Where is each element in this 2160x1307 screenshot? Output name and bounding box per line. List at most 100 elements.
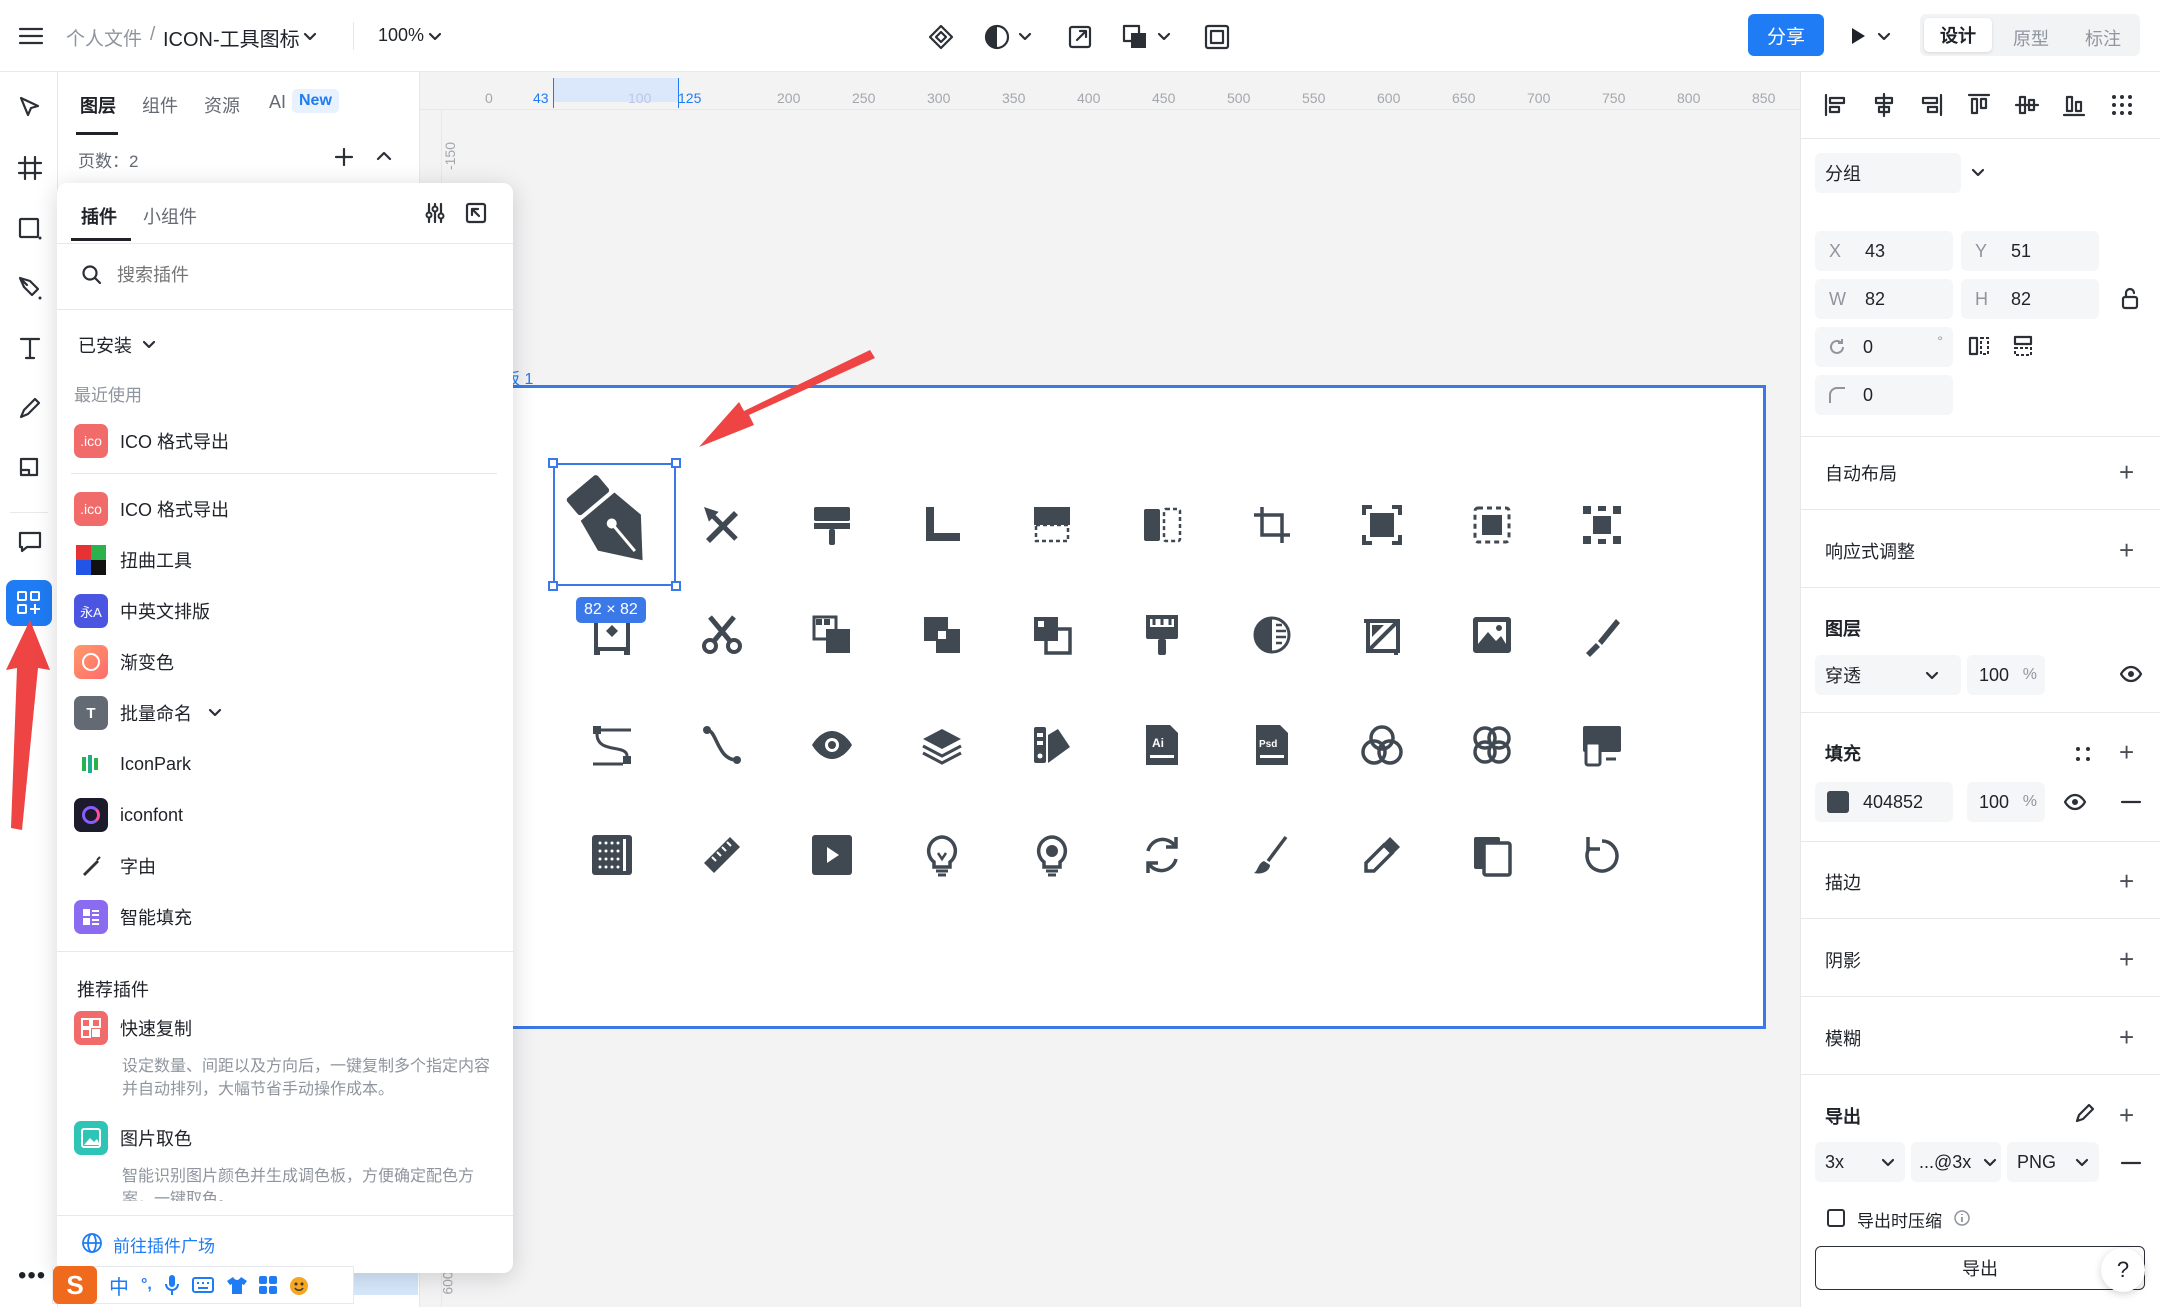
- add-page-icon[interactable]: [333, 146, 355, 168]
- color-picker-icon[interactable]: [1360, 833, 1404, 877]
- flip-horizontal-icon[interactable]: [1967, 334, 1991, 358]
- corner-radius-field[interactable]: 0: [1815, 375, 1953, 415]
- fill-visibility-eye-icon[interactable]: [2063, 792, 2087, 812]
- resize-handle[interactable]: [548, 581, 558, 591]
- text-tool-icon[interactable]: [16, 334, 44, 362]
- brush-icon[interactable]: [1140, 613, 1184, 657]
- contrast-circle-icon[interactable]: [1250, 613, 1294, 657]
- lock-ratio-icon[interactable]: [2119, 286, 2141, 312]
- plugin-item-iconfont[interactable]: iconfont: [74, 797, 183, 833]
- chevron-down-icon[interactable]: [303, 32, 317, 42]
- tab-components[interactable]: 组件: [142, 92, 178, 118]
- align-top-icon[interactable]: [1966, 92, 1992, 118]
- chevron-down-icon[interactable]: [1925, 671, 1939, 681]
- move-tool-icon[interactable]: [16, 94, 44, 122]
- chevron-down-icon[interactable]: [1881, 1158, 1895, 1168]
- align-bottom-icon[interactable]: [2061, 92, 2087, 118]
- intersect-icon[interactable]: [920, 613, 964, 657]
- plugin-item-ico-export-recent[interactable]: .ico ICO 格式导出: [74, 423, 229, 459]
- export-button[interactable]: 导出: [1815, 1246, 2145, 1290]
- resize-handle[interactable]: [671, 458, 681, 468]
- fill-style-icon[interactable]: [2073, 744, 2093, 764]
- help-button[interactable]: ?: [2101, 1248, 2145, 1292]
- fill-opacity-field[interactable]: 100%: [1967, 782, 2045, 822]
- rotation-field[interactable]: 0 °: [1815, 327, 1953, 367]
- boolean-icon[interactable]: [1121, 23, 1149, 51]
- device-desktop-icon[interactable]: [1580, 723, 1624, 767]
- toolbox-apps-icon[interactable]: [258, 1275, 278, 1295]
- zoom-level[interactable]: 100%: [378, 25, 424, 46]
- plugin-item-iconpark[interactable]: IconPark: [74, 746, 191, 782]
- selection-box[interactable]: [553, 463, 676, 586]
- file-name[interactable]: ICON-工具图标: [163, 23, 300, 52]
- paint-roller-icon[interactable]: [810, 503, 854, 547]
- plugin-item-typography[interactable]: 永A 中英文排版: [74, 593, 210, 629]
- add-responsive-button[interactable]: +: [2119, 537, 2134, 563]
- pen-tool-icon[interactable]: [16, 274, 44, 302]
- tab-prototype[interactable]: 原型: [2013, 25, 2049, 51]
- comment-tool-icon[interactable]: [16, 528, 44, 556]
- chevron-down-icon[interactable]: [1971, 168, 1985, 178]
- remove-fill-icon[interactable]: [2119, 792, 2143, 812]
- height-field[interactable]: H 82: [1961, 279, 2099, 319]
- group-select-icon[interactable]: [1580, 503, 1624, 547]
- frame-icon[interactable]: [1203, 23, 1231, 51]
- ruler-icon[interactable]: [700, 833, 744, 877]
- plugin-search-input[interactable]: [117, 257, 477, 293]
- chevron-down-icon[interactable]: [208, 708, 222, 718]
- plugin-item-ico-export[interactable]: .ico ICO 格式导出: [74, 491, 229, 527]
- blend-mode-select[interactable]: 穿透: [1815, 655, 1961, 695]
- add-shadow-button[interactable]: +: [2119, 946, 2134, 972]
- ime-chinese-mode[interactable]: 中: [109, 1271, 129, 1300]
- skin-shirt-icon[interactable]: [226, 1275, 248, 1295]
- tab-ai[interactable]: AI: [269, 92, 286, 113]
- microphone-icon[interactable]: [164, 1274, 180, 1296]
- tab-widgets[interactable]: 小组件: [143, 203, 197, 229]
- flip-horizontal-icon[interactable]: [1140, 503, 1184, 547]
- settings-sliders-icon[interactable]: [423, 201, 447, 225]
- bezier-curve-icon[interactable]: [700, 723, 744, 767]
- chevron-down-icon[interactable]: [1018, 32, 1032, 42]
- chevron-down-icon[interactable]: [1983, 1158, 1997, 1168]
- fill-swatch[interactable]: [1827, 791, 1849, 813]
- menu-icon[interactable]: [18, 26, 44, 46]
- plugin-item-image-color[interactable]: 图片取色: [74, 1120, 192, 1156]
- image-icon[interactable]: [1470, 613, 1514, 657]
- plugin-item-ziyou[interactable]: 字由: [74, 848, 156, 884]
- tab-design[interactable]: 设计: [1924, 18, 1992, 52]
- layers-icon[interactable]: [920, 723, 964, 767]
- play-square-icon[interactable]: [810, 833, 854, 877]
- ime-punctuation[interactable]: °,: [141, 1276, 152, 1294]
- eye-icon[interactable]: [810, 723, 854, 767]
- remove-export-icon[interactable]: [2119, 1153, 2143, 1173]
- plugin-item-gradient[interactable]: 渐变色: [74, 644, 174, 680]
- crop-slash-icon[interactable]: [1360, 613, 1404, 657]
- exclude-icon[interactable]: [1030, 613, 1074, 657]
- corner-ruler-icon[interactable]: [920, 503, 964, 547]
- chevron-down-icon[interactable]: [428, 32, 442, 42]
- lightbulb-outline-icon[interactable]: [920, 833, 964, 877]
- tab-annotate[interactable]: 标注: [2085, 25, 2121, 51]
- resize-icon[interactable]: [1066, 23, 1094, 51]
- frame-corners-icon[interactable]: [1360, 503, 1404, 547]
- chevron-down-icon[interactable]: [2075, 1158, 2089, 1168]
- info-icon[interactable]: [1953, 1209, 1971, 1227]
- paintbrush-icon[interactable]: [1250, 833, 1294, 877]
- breadcrumb-root[interactable]: 个人文件: [66, 24, 142, 51]
- frame-tool-icon[interactable]: [16, 154, 44, 182]
- knife-icon[interactable]: [1580, 613, 1624, 657]
- tab-assets[interactable]: 资源: [204, 92, 240, 118]
- x-field[interactable]: X 43: [1815, 231, 1953, 271]
- lightbulb-icon[interactable]: [1030, 833, 1074, 877]
- sogou-logo-icon[interactable]: S: [53, 1266, 97, 1304]
- slice-tool-icon[interactable]: [16, 454, 44, 482]
- chevron-down-icon[interactable]: [1877, 32, 1891, 42]
- visibility-eye-icon[interactable]: [2119, 664, 2143, 684]
- width-field[interactable]: W 82: [1815, 279, 1953, 319]
- chevron-up-icon[interactable]: [376, 150, 392, 162]
- add-export-button[interactable]: +: [2119, 1102, 2134, 1128]
- resize-handle[interactable]: [548, 458, 558, 468]
- align-top-frame-icon[interactable]: [1030, 503, 1074, 547]
- chevron-down-icon[interactable]: [1157, 32, 1171, 42]
- rotate-icon[interactable]: [1580, 833, 1624, 877]
